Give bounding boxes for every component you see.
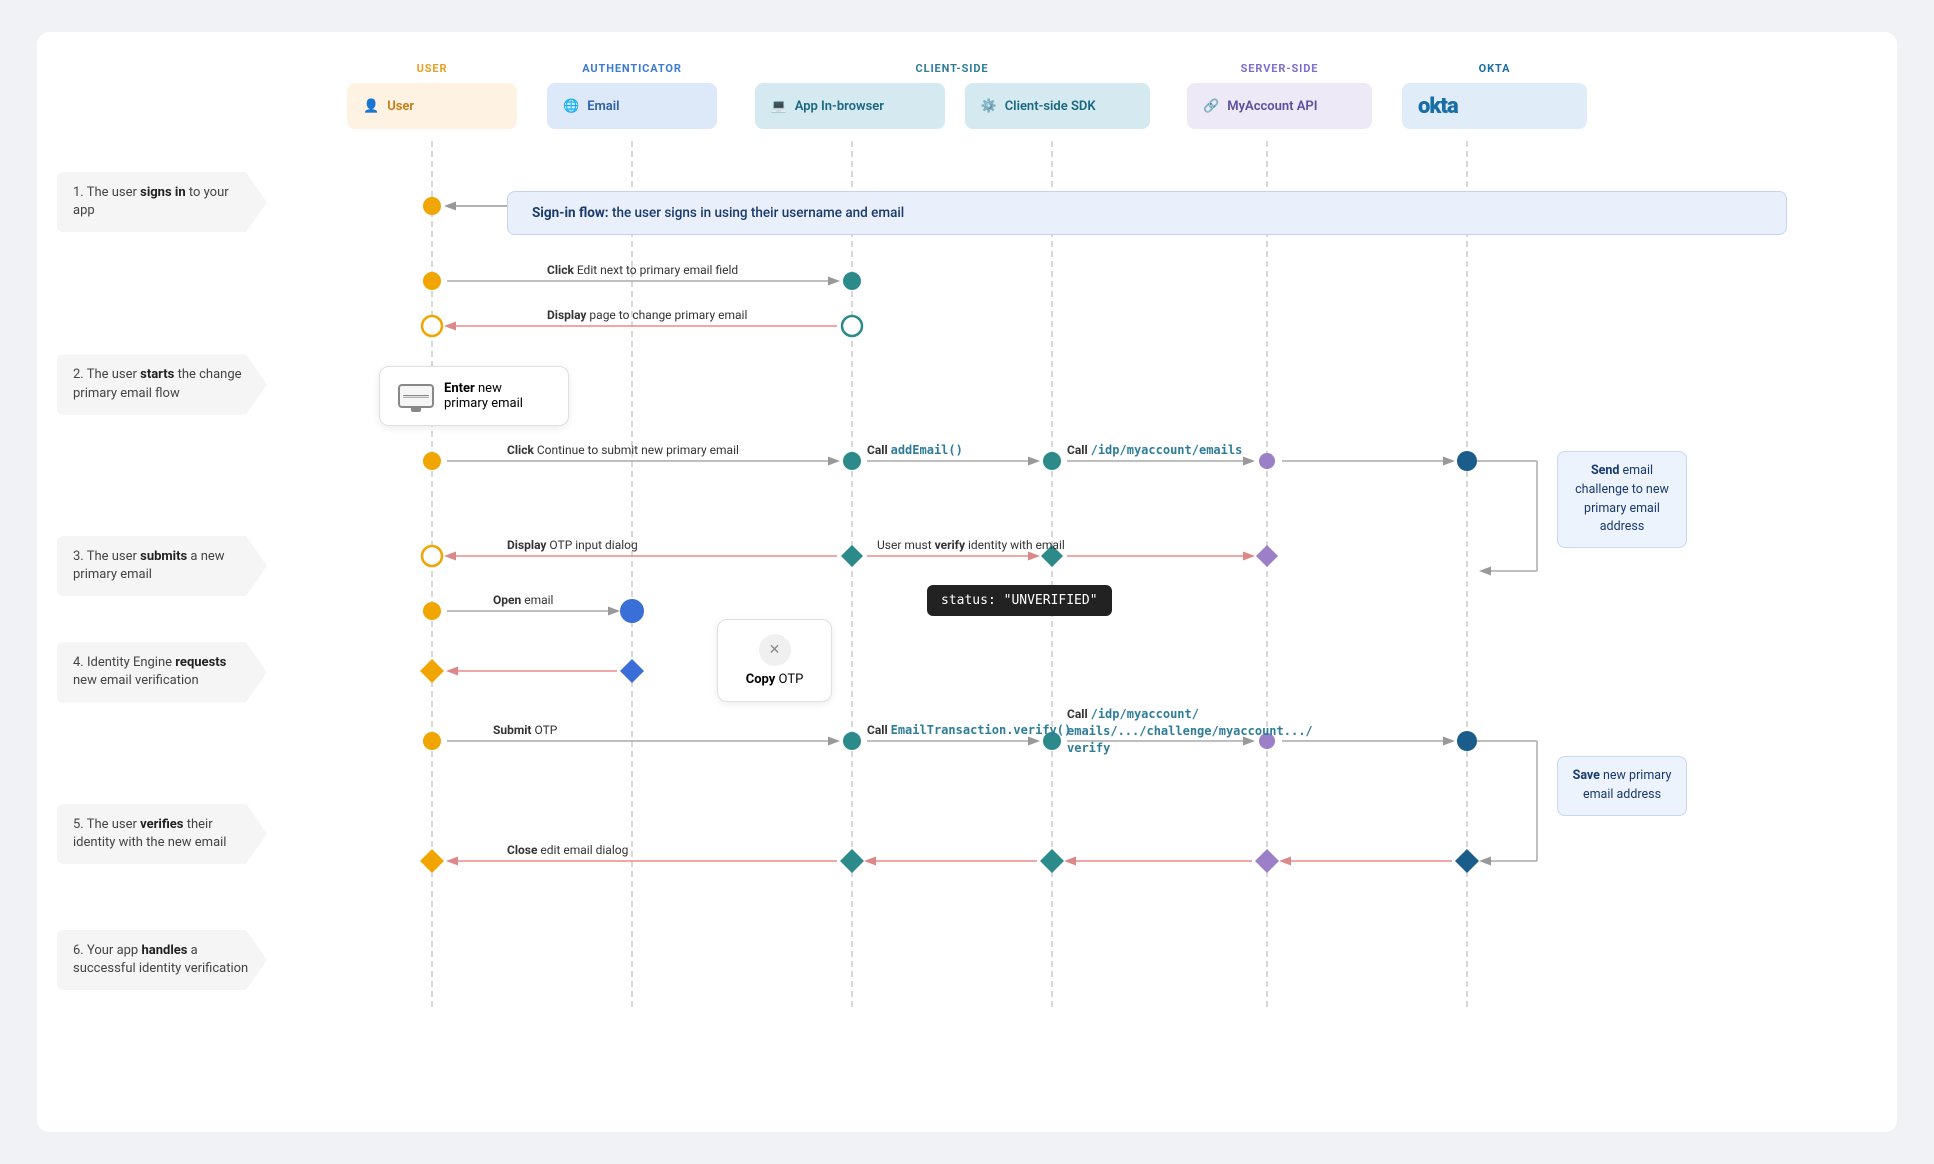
sdk-icon: ⚙️ (981, 99, 997, 114)
diamond-myaccount-row5 (1256, 545, 1278, 567)
save-box: Save new primary email address (1557, 756, 1687, 816)
status-badge: status: "UNVERIFIED" (927, 585, 1112, 616)
send-email-box: Send email challenge to new primary emai… (1557, 451, 1687, 548)
arrow-display-otp: Display OTP input dialog (507, 538, 638, 552)
step-6: 6. Your app handles a successful identit… (57, 930, 267, 990)
col-label-user: USER (417, 62, 448, 75)
diamond-myaccount-row9 (1255, 849, 1279, 873)
diamond-sdk-row9 (1040, 849, 1064, 873)
col-card-okta: okta (1402, 83, 1587, 129)
col-label-client: CLIENT-SIDE (916, 62, 989, 75)
step-1: 1. The user signs in to your app (57, 172, 267, 232)
arrow-close-dialog: Close edit email dialog (507, 843, 628, 857)
arrow-call-idp-verify: Call /idp/myaccount/emails/.../challenge… (1067, 706, 1252, 756)
arrow-click-edit: Click Edit next to primary email field (547, 263, 738, 277)
myaccount-icon: 🔗 (1203, 99, 1219, 114)
dot-myaccount-row4 (1259, 453, 1275, 469)
email-icon: 🌐 (563, 99, 579, 114)
dot-user-row4 (423, 452, 441, 470)
arrow-open-email: Open email (493, 593, 553, 607)
diamond-client-row5 (841, 545, 863, 567)
diamond-client-row9 (840, 849, 864, 873)
diamond-okta-row9 (1455, 849, 1479, 873)
dot-okta-row8 (1457, 731, 1477, 751)
step-3: 3. The user submits a new primary email (57, 536, 267, 596)
dot-user-row3 (422, 316, 442, 336)
copy-icon: ✕ (759, 634, 791, 666)
dot-client-row8 (843, 732, 861, 750)
diamond-auth-row7 (620, 659, 644, 683)
step-5: 5. The user verifies their identity with… (57, 804, 267, 864)
dot-user-row6 (423, 602, 441, 620)
col-label-auth: AUTHENTICATOR (582, 62, 682, 75)
user-icon: 👤 (363, 99, 379, 114)
sidebar: 1. The user signs in to your app 2. The … (57, 172, 267, 996)
step-2: 2. The user starts the change primary em… (57, 354, 267, 414)
col-card-sdk: ⚙️ Client-side SDK (965, 83, 1150, 129)
dot-okta-row4 (1457, 451, 1477, 471)
arrow-click-continue: Click Continue to submit new primary ema… (507, 443, 739, 457)
dot-user-row1 (423, 197, 441, 215)
arrow-call-addemail: Call addEmail() (867, 443, 963, 457)
col-card-auth: 🌐 Email (547, 83, 717, 129)
dot-user-row2 (423, 272, 441, 290)
col-label-server: SERVER-SIDE (1241, 62, 1319, 75)
col-card-myaccount: 🔗 MyAccount API (1187, 83, 1372, 129)
diagram-svg (307, 141, 1897, 1011)
dot-sdk-row4 (1043, 452, 1061, 470)
col-card-client: 💻 App In-browser (755, 83, 945, 129)
browser-icon: 💻 (771, 99, 787, 114)
okta-logo: okta (1418, 94, 1458, 119)
copy-otp-box: ✕ Copy OTP (717, 619, 832, 702)
dot-client-row3 (842, 316, 862, 336)
enter-email-box: ════ Enter newprimary email (379, 366, 569, 426)
arrow-display-page: Display page to change primary email (547, 308, 747, 322)
col-label-okta: OKTA (1479, 62, 1511, 75)
arrow-call-emailtrans: Call EmailTransaction.verify() (867, 723, 1071, 737)
step-4: 4. Identity Engine requests new email ve… (57, 642, 267, 702)
arrow-submit-otp: Submit OTP (493, 723, 557, 737)
arrow-call-idp: Call /idp/myaccount/emails (1067, 443, 1242, 457)
dot-client-row4 (843, 452, 861, 470)
dot-client-row2 (843, 272, 861, 290)
dot-user-row5 (422, 546, 442, 566)
dot-auth-row6 (620, 599, 644, 623)
signin-banner: Sign-in flow: the user signs in using th… (507, 191, 1787, 235)
diamond-user-row9 (420, 849, 444, 873)
email-input-icon: ════ (398, 384, 434, 408)
col-card-user: 👤 User (347, 83, 517, 129)
diagram-wrapper: 1. The user signs in to your app 2. The … (37, 32, 1897, 1132)
arrow-user-verify: User must verify identity with email (877, 538, 1065, 552)
diamond-user-row7 (420, 659, 444, 683)
dot-user-row8 (423, 732, 441, 750)
diagram-area: USER 👤 User AUTHENTICATOR 🌐 Email CLIENT… (307, 62, 1867, 1011)
